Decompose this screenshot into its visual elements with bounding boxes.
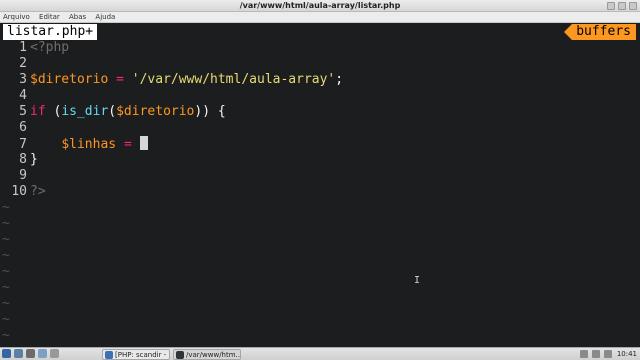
code-line: 9 (0, 168, 640, 184)
code-token: if (30, 104, 46, 119)
line-number: 6 (19, 120, 27, 135)
code-token: $diretorio (30, 72, 109, 87)
code-token: is_dir (61, 104, 109, 119)
tilde-marker: ~ (2, 280, 10, 295)
browser-task-icon (105, 351, 113, 359)
code-line: 2 (0, 56, 640, 72)
code-line: 8} (0, 152, 640, 168)
clock[interactable]: 10:41 (617, 348, 637, 360)
line-number: 2 (19, 56, 27, 71)
code-token: '/var/www/html/aula-array' (131, 72, 336, 87)
code-token: = (116, 72, 124, 87)
line-number: 1 (19, 40, 27, 55)
empty-buffer-line: ~ (0, 296, 640, 312)
line-number: 7 (19, 137, 27, 152)
tilde-marker: ~ (2, 328, 10, 343)
taskbar-task-label: /var/www/htm... (186, 351, 241, 359)
empty-buffer-line: ~ (0, 248, 640, 264)
empty-buffer-line: ~ (0, 232, 640, 248)
window-controls (607, 2, 637, 10)
desktop-icon[interactable] (50, 349, 59, 358)
code-token: ( (108, 104, 117, 119)
code-line: 10 ?> (0, 184, 640, 200)
system-tray (580, 350, 612, 358)
code-line: 1 <?php (0, 40, 640, 56)
code-line: 3 $diretorio = '/var/www/html/aula-array'… (0, 72, 640, 88)
code-token: = (123, 137, 132, 152)
taskbar: [PHP: scandir - ... /var/www/htm... 10:4… (0, 347, 640, 360)
vim-tab-active[interactable]: listar.php+ (3, 24, 98, 40)
terminal-launcher-icon[interactable] (26, 349, 35, 358)
tilde-marker: ~ (2, 232, 10, 247)
code-editor[interactable]: 1 <?php 2 3 $diretorio = '/var/www/html/aula… (0, 40, 640, 344)
taskbar-task-label: [PHP: scandir - ... (115, 351, 170, 359)
window-title-bar[interactable]: /var/www/html/aula-array/listar.php (0, 0, 640, 12)
terminal-task-icon (176, 351, 184, 359)
empty-buffer-line: ~ (0, 280, 640, 296)
code-token: $linhas (61, 137, 117, 152)
line-number: 4 (19, 88, 27, 103)
menu-ajuda[interactable]: Ajuda (95, 13, 115, 21)
tilde-marker: ~ (2, 216, 10, 231)
empty-buffer-line: ~ (0, 328, 640, 344)
app-menu-icon[interactable] (2, 349, 11, 358)
text-cursor (139, 136, 148, 150)
powerline-arrow-icon (564, 24, 573, 40)
network-icon[interactable] (580, 350, 588, 358)
taskbar-task-browser[interactable]: [PHP: scandir - ... (102, 349, 170, 360)
tilde-marker: ~ (2, 200, 10, 215)
menu-abas[interactable]: Abas (69, 13, 86, 21)
minimize-button[interactable] (607, 2, 615, 10)
window-title: /var/www/html/aula-array/listar.php (239, 1, 401, 10)
code-token: } (30, 152, 38, 167)
maximize-button[interactable] (618, 2, 626, 10)
taskbar-task-terminal[interactable]: /var/www/htm... (173, 349, 241, 360)
vim-tabline: listar.php+ buffers (0, 24, 640, 40)
menu-bar: Arquivo Editar Abas Ajuda (0, 12, 640, 23)
battery-icon[interactable] (604, 350, 612, 358)
code-token: ?> (30, 184, 46, 199)
browser-launcher-icon[interactable] (38, 349, 47, 358)
file-manager-icon[interactable] (14, 349, 23, 358)
code-line: 6 (0, 120, 640, 136)
line-number: 5 (19, 104, 27, 119)
empty-buffer-line: ~ (0, 200, 640, 216)
buffers-label: buffers (572, 24, 636, 40)
code-token: $diretorio (116, 104, 195, 119)
line-number: 8 (19, 152, 27, 167)
close-button[interactable] (629, 2, 637, 10)
code-token: ; (335, 72, 344, 87)
vim-buffers-indicator: buffers (564, 24, 636, 40)
taskbar-launchers (2, 349, 59, 358)
tilde-marker: ~ (2, 312, 10, 327)
tilde-marker: ~ (2, 264, 10, 279)
empty-buffer-line: ~ (0, 264, 640, 280)
code-line: 7 $linhas = (0, 136, 640, 152)
tilde-marker: ~ (2, 296, 10, 311)
code-token: <?php (30, 40, 70, 55)
mouse-ibeam-cursor-icon: I (414, 275, 421, 286)
code-line: 4 (0, 88, 640, 104)
volume-icon[interactable] (592, 350, 600, 358)
line-number: 10 (11, 184, 27, 199)
code-token: ( (45, 104, 62, 119)
empty-buffer-line: ~ (0, 312, 640, 328)
code-token: )) { (194, 104, 226, 119)
tilde-marker: ~ (2, 248, 10, 263)
empty-buffer-line: ~ (0, 216, 640, 232)
menu-editar[interactable]: Editar (39, 13, 60, 21)
terminal-area[interactable]: listar.php+ buffers 1 <?php 2 3 $diretorio =… (0, 23, 640, 347)
line-number: 3 (19, 72, 27, 87)
menu-arquivo[interactable]: Arquivo (3, 13, 30, 21)
line-number: 9 (19, 168, 27, 183)
code-line: 5 if (is_dir($diretorio)) { (0, 104, 640, 120)
